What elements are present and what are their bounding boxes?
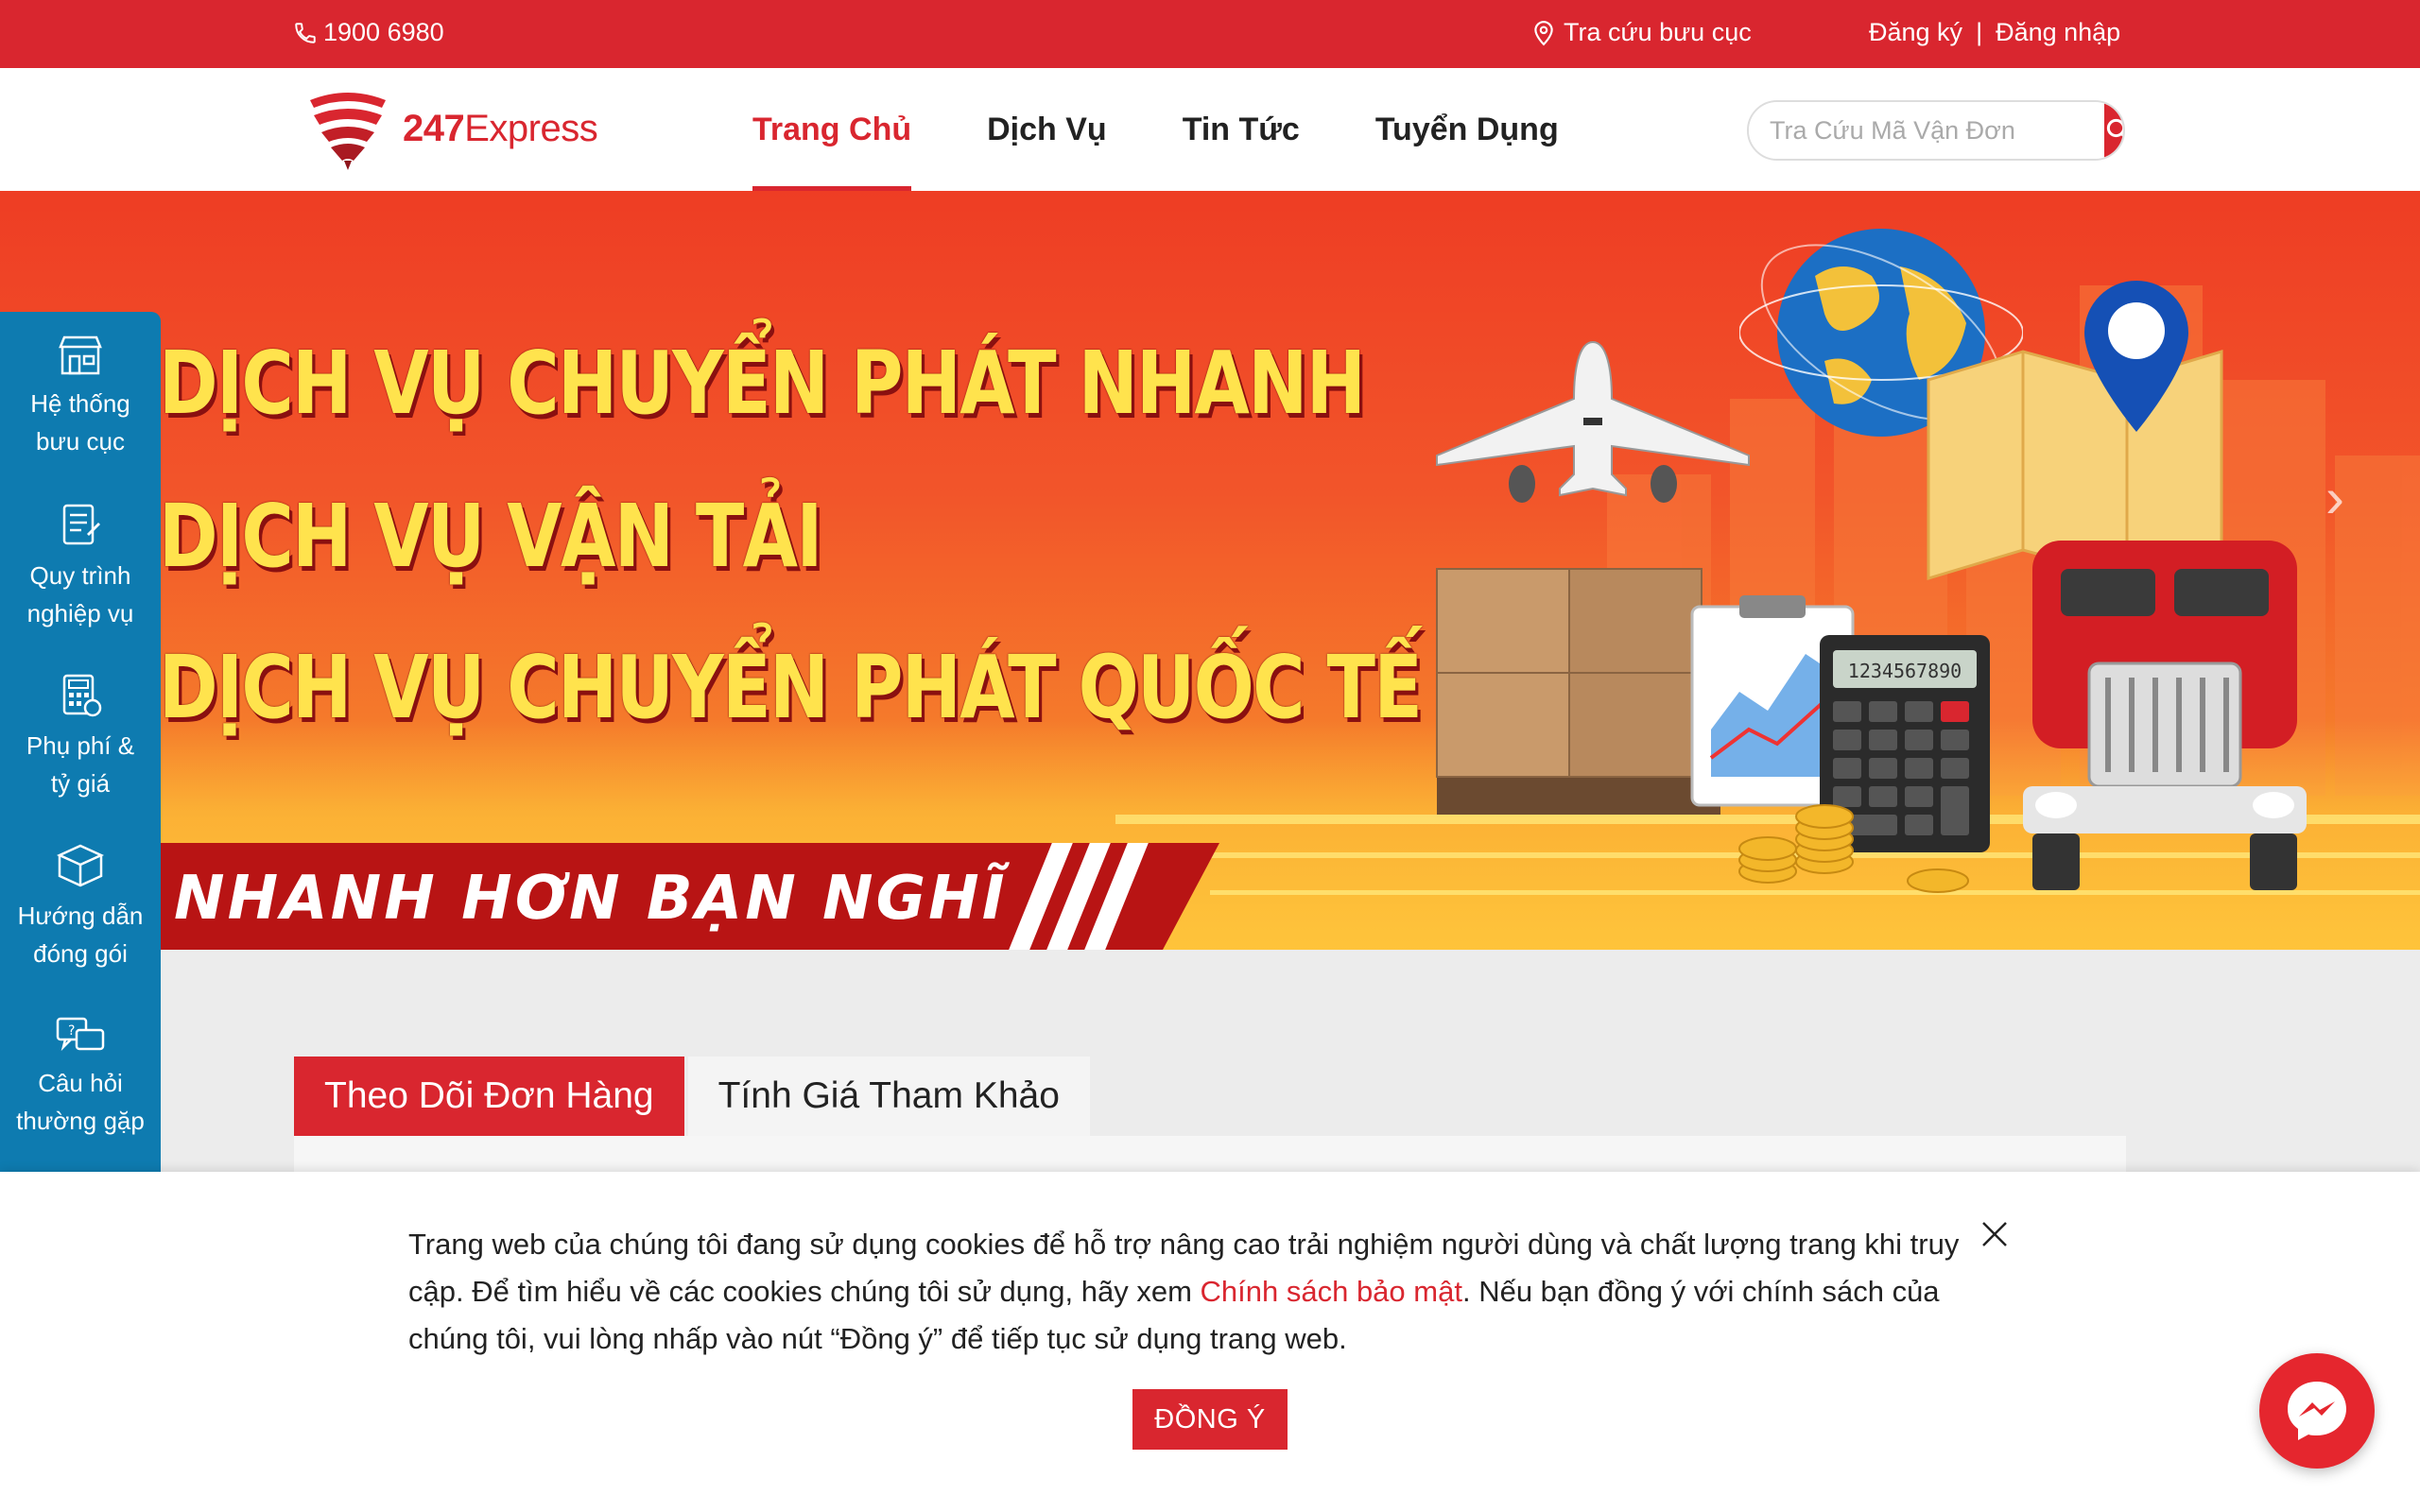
phone-icon — [295, 22, 316, 43]
main-header: 247Express Trang Chủ Dịch Vụ Tin Tức Tuy… — [0, 68, 2420, 191]
quick-links-sidebar: Hệ thống bưu cục Quy trình nghiệp vụ Phụ… — [0, 312, 161, 1172]
sidebar-item-procedures[interactable]: Quy trình nghiệp vụ — [0, 482, 161, 652]
sidebar-item-label: đóng gói — [33, 939, 128, 968]
banner-slogan: NHANH HƠN BẠN NGHĨ — [174, 864, 1008, 934]
airplane-graphic — [1436, 340, 1750, 503]
logo-brand-bold: 247 — [403, 107, 465, 149]
coins-graphic — [1738, 804, 1969, 893]
sidebar-item-fees-rates[interactable]: Phụ phí & tỷ giá — [0, 652, 161, 822]
site-logo[interactable]: 247Express — [304, 85, 598, 172]
nav-item-careers[interactable]: Tuyển Dụng — [1375, 68, 1559, 191]
calculator-icon — [62, 674, 102, 717]
accept-cookies-button[interactable]: ĐỒNG Ý — [1132, 1389, 1288, 1450]
tab-price-estimate[interactable]: Tính Giá Tham Khảo — [687, 1057, 1090, 1136]
top-bar: 1900 6980 Tra cứu bưu cục Đăng ký | Đăng… — [0, 0, 2420, 68]
sidebar-item-label: Hệ thống — [30, 389, 130, 418]
location-pin-graphic — [2084, 281, 2188, 432]
search-icon — [2106, 118, 2123, 138]
banner-next-arrow-icon[interactable]: › — [2325, 465, 2344, 530]
logo-mark-icon — [310, 93, 386, 170]
tab-track-order[interactable]: Theo Dõi Đơn Hàng — [294, 1057, 684, 1136]
cookie-consent-banner: Trang web của chúng tôi đang sử dụng coo… — [0, 1172, 2420, 1512]
cookie-message: Trang web của chúng tôi đang sử dụng coo… — [408, 1221, 1978, 1363]
hotline[interactable]: 1900 6980 — [293, 18, 444, 47]
sidebar-item-label: bưu cục — [35, 427, 125, 455]
banner-headline-1: DỊCH VỤ CHUYỂN PHÁT NHANH — [159, 333, 1366, 434]
auth-separator: | — [1976, 18, 1983, 46]
banner-headline-3: DỊCH VỤ CHUYỂN PHÁT QUỐC TẾ — [159, 637, 1423, 738]
sidebar-item-post-offices[interactable]: Hệ thống bưu cục — [0, 312, 161, 482]
package-icon — [56, 844, 105, 887]
sidebar-item-label: Hướng dẫn — [17, 902, 144, 930]
messenger-chat-button[interactable] — [2259, 1353, 2375, 1469]
search-button[interactable] — [2104, 102, 2123, 159]
nav-item-news[interactable]: Tin Tức — [1183, 68, 1300, 191]
svg-text:?: ? — [68, 1023, 75, 1039]
location-pin-icon — [1534, 20, 1553, 45]
document-icon — [62, 504, 100, 545]
truck-graphic — [2023, 541, 2307, 890]
post-office-lookup-label: Tra cứu bưu cục — [1564, 18, 1752, 46]
sidebar-item-label: nghiệp vụ — [26, 599, 134, 627]
nav-item-services[interactable]: Dịch Vụ — [987, 68, 1107, 191]
messenger-icon — [2288, 1382, 2346, 1440]
tab-panel — [294, 1136, 2126, 1174]
faq-icon: ? — [56, 1017, 105, 1052]
logo-brand-rest: Express — [464, 107, 598, 149]
tracking-search — [1747, 100, 2125, 161]
auth-links: Đăng ký | Đăng nhập — [1869, 18, 2120, 47]
login-link[interactable]: Đăng nhập — [1996, 18, 2120, 47]
sidebar-item-label: thường gặp — [16, 1107, 145, 1135]
logo-text: 247Express — [403, 107, 598, 150]
tracking-search-input[interactable] — [1749, 102, 2104, 159]
nav-item-home[interactable]: Trang Chủ — [752, 68, 912, 191]
hotline-number: 1900 6980 — [323, 18, 444, 46]
banner-headline-2: DỊCH VỤ VẬN TẢI — [159, 486, 822, 587]
register-link[interactable]: Đăng ký — [1869, 18, 1962, 47]
post-office-lookup-link[interactable]: Tra cứu bưu cục — [1531, 18, 1752, 47]
store-icon — [59, 335, 102, 375]
sidebar-item-label: Quy trình — [29, 561, 131, 590]
sidebar-item-packing-guide[interactable]: Hướng dẫn đóng gói — [0, 822, 161, 992]
sidebar-item-label: Câu hỏi — [38, 1069, 123, 1097]
service-tabs: Theo Dõi Đơn Hàng Tính Giá Tham Khảo — [294, 1057, 1090, 1136]
hero-banner[interactable]: DỊCH VỤ CHUYỂN PHÁT NHANH DỊCH VỤ VẬN TẢ… — [0, 191, 2420, 950]
privacy-policy-link[interactable]: Chính sách bảo mật — [1201, 1275, 1462, 1308]
sidebar-item-label: tỷ giá — [50, 769, 111, 798]
calculator-display: 1234567890 — [1848, 660, 1962, 682]
sidebar-item-faq[interactable]: ? Câu hỏi thường gặp — [0, 992, 161, 1162]
sidebar-item-label: Phụ phí & — [26, 731, 135, 760]
main-nav: Trang Chủ Dịch Vụ Tin Tức Tuyển Dụng — [752, 68, 1634, 191]
close-icon[interactable] — [1978, 1217, 2012, 1251]
